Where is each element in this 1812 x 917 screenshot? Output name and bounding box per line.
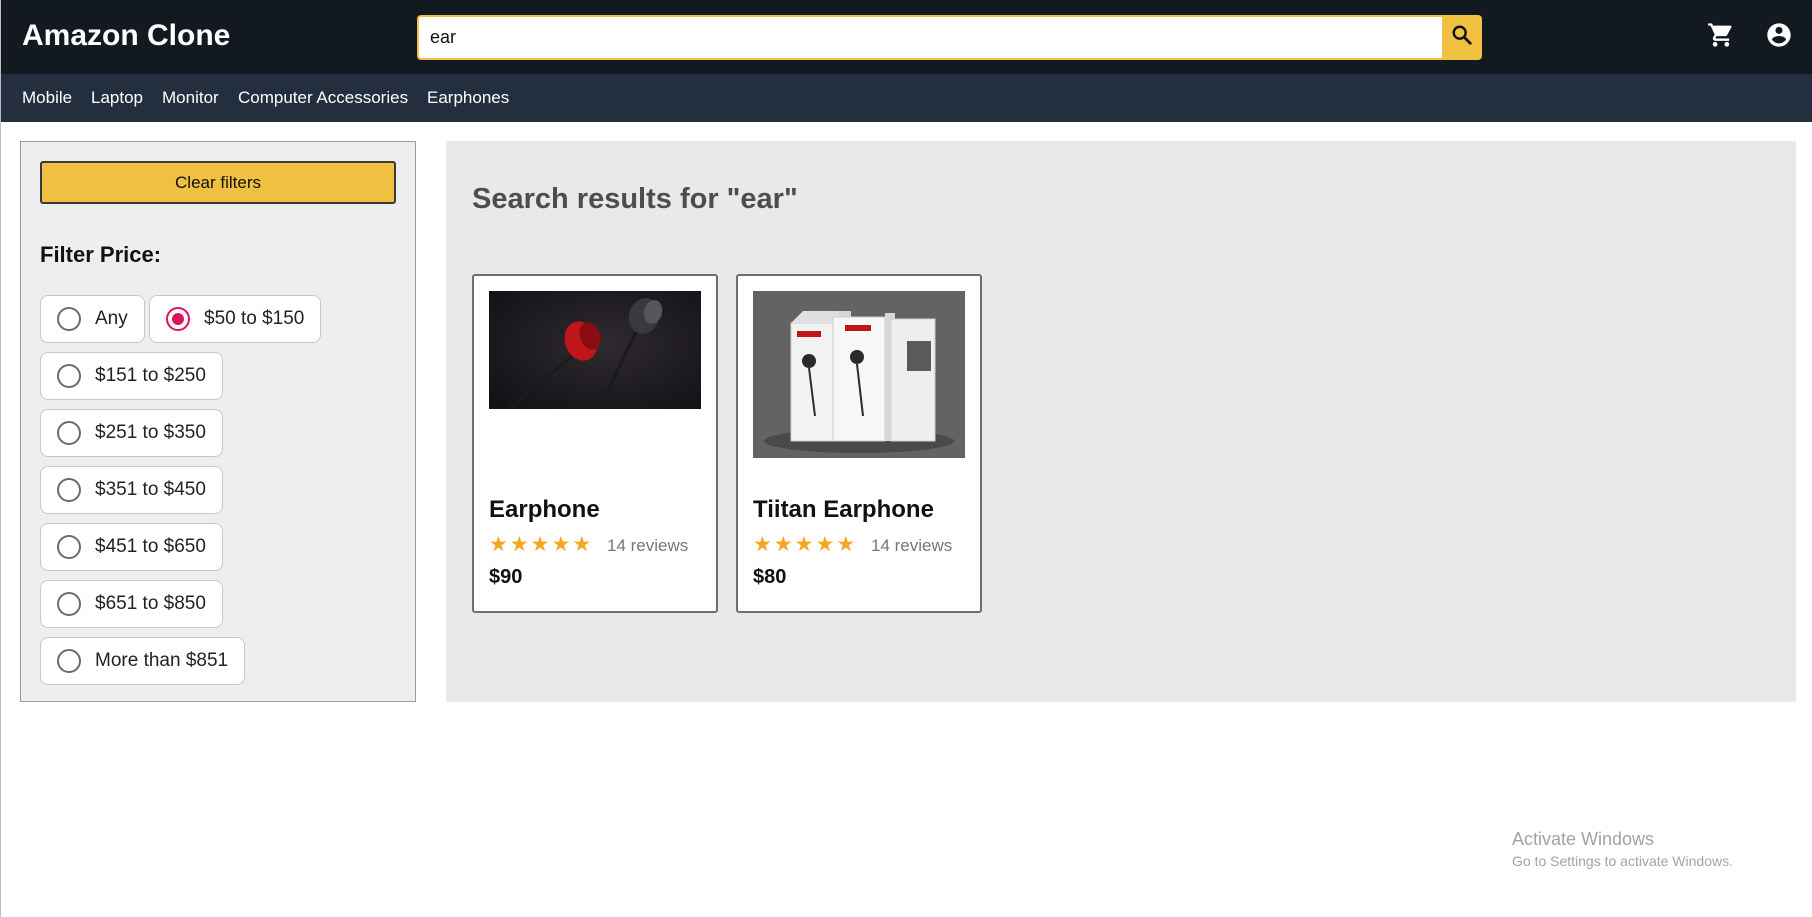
account-button[interactable] xyxy=(1764,22,1794,52)
nav-item-mobile[interactable]: Mobile xyxy=(22,88,72,108)
product-price: $90 xyxy=(489,566,523,588)
product-name[interactable]: Tiitan Earphone xyxy=(753,496,934,524)
radio-button[interactable] xyxy=(57,478,81,502)
price-option-label: $151 to $250 xyxy=(95,365,206,386)
star-icon: ★ xyxy=(836,533,856,556)
star-icon: ★ xyxy=(509,533,529,556)
product-image[interactable] xyxy=(753,291,965,458)
activate-windows-watermark-subtitle: Go to Settings to activate Windows. xyxy=(1512,853,1733,869)
search-bar xyxy=(417,15,1482,60)
price-option-651-850[interactable]: $651 to $850 xyxy=(40,580,223,628)
star-icon: ★ xyxy=(794,533,814,556)
star-icon: ★ xyxy=(773,533,793,556)
price-option-label: Any xyxy=(95,308,128,329)
nav-item-computer-accessories[interactable]: Computer Accessories xyxy=(238,88,408,108)
search-button[interactable] xyxy=(1442,15,1482,60)
radio-button[interactable] xyxy=(57,364,81,388)
brand-logo[interactable]: Amazon Clone xyxy=(22,19,230,53)
filter-price-title: Filter Price: xyxy=(40,242,162,267)
radio-button-selected[interactable] xyxy=(166,307,190,331)
price-option-more-than-851[interactable]: More than $851 xyxy=(40,637,246,685)
product-image[interactable] xyxy=(489,291,701,409)
star-icon: ★ xyxy=(489,533,508,556)
search-input[interactable] xyxy=(417,15,1442,60)
account-circle-icon xyxy=(1765,21,1793,54)
price-option-451-650[interactable]: $451 to $650 xyxy=(40,523,223,571)
price-option-151-250[interactable]: $151 to $250 xyxy=(40,352,223,400)
product-price: $80 xyxy=(753,566,787,588)
nav-item-monitor[interactable]: Monitor xyxy=(162,88,219,108)
radio-button[interactable] xyxy=(57,421,81,445)
filter-sidebar: Clear filters Filter Price: Any $50 to $… xyxy=(20,141,416,702)
star-icon: ★ xyxy=(551,533,571,556)
price-option-251-350[interactable]: $251 to $350 xyxy=(40,409,223,457)
review-count[interactable]: 14 reviews xyxy=(607,536,688,556)
review-count[interactable]: 14 reviews xyxy=(871,536,952,556)
price-option-label: $651 to $850 xyxy=(95,593,206,614)
search-results-title: Search results for "ear" xyxy=(472,183,798,215)
nav-item-laptop[interactable]: Laptop xyxy=(91,88,143,108)
price-option-label: $351 to $450 xyxy=(95,479,206,500)
radio-button[interactable] xyxy=(57,307,81,331)
star-icon: ★ xyxy=(572,533,592,556)
radio-button[interactable] xyxy=(57,535,81,559)
star-rating: ★ ★ ★ ★ ★ xyxy=(753,534,855,555)
price-option-label: More than $851 xyxy=(95,650,229,671)
product-name[interactable]: Earphone xyxy=(489,496,600,524)
clear-filters-button[interactable]: Clear filters xyxy=(40,161,396,204)
search-icon xyxy=(1451,24,1473,51)
price-option-50-150[interactable]: $50 to $150 xyxy=(149,295,322,343)
cart-button[interactable] xyxy=(1706,22,1736,52)
product-card[interactable]: Earphone ★ ★ ★ ★ ★ 14 reviews $90 xyxy=(472,274,718,613)
price-option-label: $451 to $650 xyxy=(95,536,206,557)
activate-windows-watermark-title: Activate Windows xyxy=(1512,829,1655,849)
category-nav: Mobile Laptop Monitor Computer Accessori… xyxy=(1,74,1812,122)
cart-icon xyxy=(1707,21,1735,54)
search-results-panel: Search results for "ear" Earphone ★ ★ ★ … xyxy=(446,141,1796,702)
star-icon: ★ xyxy=(753,533,772,556)
star-rating: ★ ★ ★ ★ ★ xyxy=(489,534,591,555)
top-header: Amazon Clone xyxy=(1,0,1812,74)
price-option-label: $50 to $150 xyxy=(204,308,305,329)
radio-button[interactable] xyxy=(57,649,81,673)
nav-item-earphones[interactable]: Earphones xyxy=(427,88,509,108)
product-card[interactable]: Tiitan Earphone ★ ★ ★ ★ ★ 14 reviews $80 xyxy=(736,274,982,613)
star-icon: ★ xyxy=(815,533,835,556)
radio-button[interactable] xyxy=(57,592,81,616)
price-option-label: $251 to $350 xyxy=(95,422,206,443)
price-option-any[interactable]: Any xyxy=(40,295,145,343)
price-option-351-450[interactable]: $351 to $450 xyxy=(40,466,223,514)
star-icon: ★ xyxy=(530,533,550,556)
